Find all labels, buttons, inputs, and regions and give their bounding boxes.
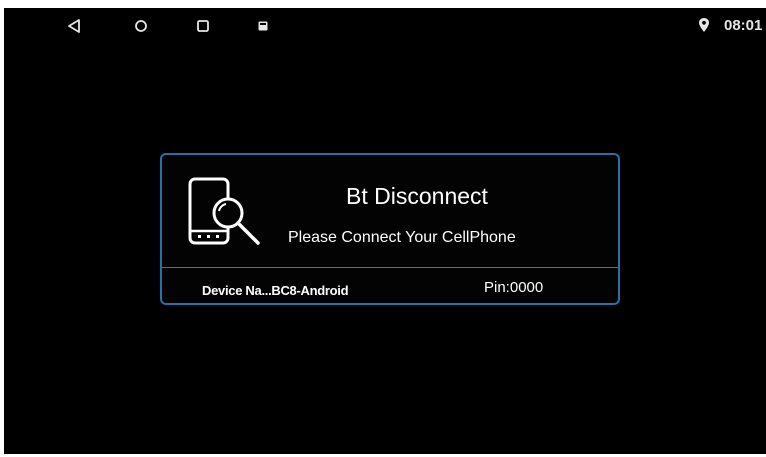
device-name-label: Device Na...BC8-Android — [202, 283, 349, 298]
phone-search-icon — [188, 177, 268, 249]
pin-label: Pin:0000 — [484, 279, 544, 296]
dialog-title: Bt Disconnect — [346, 183, 488, 209]
screenshot-icon[interactable] — [253, 16, 273, 36]
recent-apps-icon[interactable] — [193, 16, 213, 36]
clock: 08:01 — [724, 17, 763, 34]
home-icon[interactable] — [131, 16, 151, 36]
divider — [162, 267, 618, 268]
car-head-unit-screen: 08:01 Bt Disconnect Please Connect Your … — [4, 8, 766, 454]
dialog-message: Please Connect Your CellPhone — [288, 229, 516, 246]
bluetooth-disconnect-dialog: Bt Disconnect Please Connect Your CellPh… — [160, 153, 620, 305]
dialog-body: Bt Disconnect Please Connect Your CellPh… — [162, 155, 618, 267]
back-icon[interactable] — [64, 16, 84, 36]
location-pin-icon — [698, 17, 710, 33]
status-bar: 08:01 — [4, 8, 766, 44]
